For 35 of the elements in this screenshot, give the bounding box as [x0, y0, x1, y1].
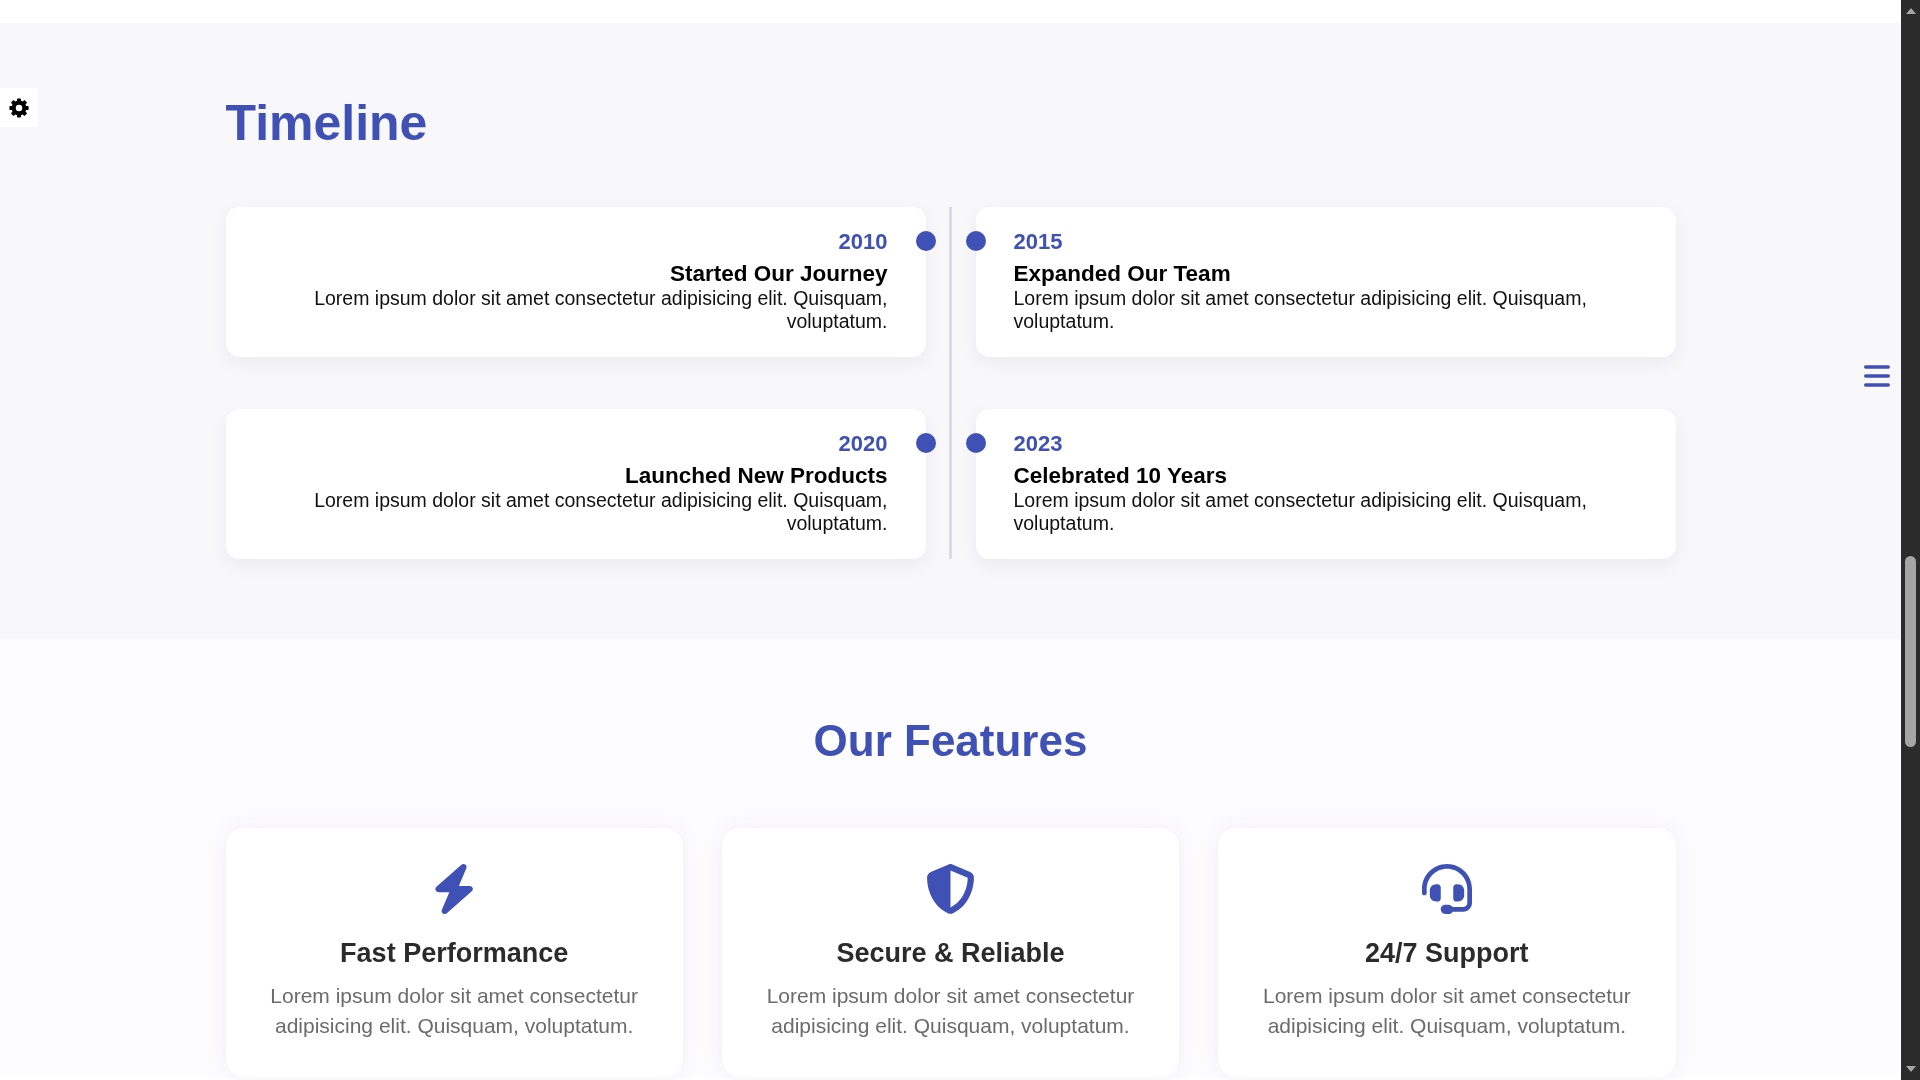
feature-title: 24/7 Support	[1364, 937, 1530, 970]
gear-icon	[9, 97, 29, 118]
section-title: Timeline	[225, 94, 429, 153]
timeline-dot-icon	[965, 231, 986, 251]
menu-icon	[1864, 365, 1890, 387]
event-title: Expanded Our Team	[1013, 261, 1232, 287]
event-description: Lorem ipsum dolor sit amet consectetur adipisicing elit. Quisquam, voluptatum.	[1013, 489, 1588, 535]
shield-icon	[927, 864, 974, 914]
feature-title: Secure & Reliable	[835, 937, 1066, 970]
event-description: Lorem ipsum dolor sit amet consectetur adipisicing elit. Quisquam, voluptatum.	[313, 287, 888, 333]
event-title: Started Our Journey	[668, 261, 888, 287]
settings-button[interactable]	[0, 88, 38, 127]
feature-description: Lorem ipsum dolor sit amet consectetur adipisicing elit. Quisquam, voluptatum.	[269, 983, 639, 1039]
lightning-bolt-icon	[435, 864, 474, 914]
scrollbar[interactable]	[1901, 0, 1920, 1080]
up-arrow-icon[interactable]	[1905, 8, 1916, 14]
event-year: 2023	[1013, 431, 1064, 457]
headset-icon	[1421, 864, 1472, 914]
down-arrow-icon[interactable]	[1905, 1066, 1916, 1072]
feature-description: Lorem ipsum dolor sit amet consectetur adipisicing elit. Quisquam, voluptatum.	[1262, 983, 1632, 1039]
event-year: 2020	[837, 431, 888, 457]
event-year: 2015	[1013, 229, 1064, 255]
event-title: Launched New Products	[623, 463, 888, 489]
section-title: Our Features	[812, 715, 1089, 767]
scrollbar-thumb[interactable]	[1905, 556, 1916, 747]
event-description: Lorem ipsum dolor sit amet consectetur adipisicing elit. Quisquam, voluptatum.	[313, 489, 888, 535]
event-year: 2010	[837, 229, 888, 255]
menu-button[interactable]	[1864, 365, 1890, 387]
event-title: Celebrated 10 Years	[1013, 463, 1228, 489]
timeline-dot-icon	[915, 433, 936, 453]
event-description: Lorem ipsum dolor sit amet consectetur adipisicing elit. Quisquam, voluptatum.	[1013, 287, 1588, 333]
feature-title: Fast Performance	[339, 937, 570, 970]
feature-description: Lorem ipsum dolor sit amet consectetur adipisicing elit. Quisquam, voluptatum.	[765, 983, 1136, 1039]
timeline-dot-icon	[965, 433, 986, 453]
timeline-dot-icon	[915, 231, 936, 251]
